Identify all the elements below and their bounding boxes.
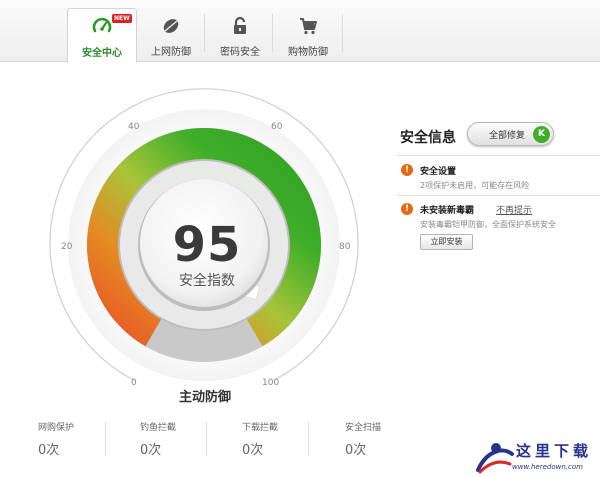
stat-security-scan[interactable]: 安全扫描 0次 — [345, 420, 445, 458]
gauge-tick-label: 20 — [61, 242, 73, 252]
stat-name: 网购保护 — [38, 423, 75, 433]
protection-stats: 网购保护 0次 钓鱼拦截 0次 下载拦截 0次 安全扫描 0次 — [0, 420, 420, 460]
tab-security-center[interactable]: NEW 安全中心 — [67, 8, 137, 63]
stat-divider — [308, 422, 309, 456]
tab-password-security[interactable]: 密码安全 — [205, 8, 275, 63]
security-score: 95 — [172, 217, 242, 273]
gauge-tick-label: 60 — [271, 122, 283, 132]
shield-leaf-icon — [163, 19, 179, 33]
info-divider — [396, 195, 600, 196]
stat-count: 0次 — [242, 443, 264, 458]
tab-shopping-defense[interactable]: 购物防御 — [273, 8, 343, 63]
stat-divider — [206, 422, 207, 456]
tab-label: 购物防御 — [288, 47, 328, 58]
info-divider — [396, 155, 600, 156]
repair-all-label: 全部修复 — [489, 131, 526, 141]
stat-name: 下载拦截 — [242, 423, 279, 433]
watermark-url: www.heredown.com — [512, 463, 583, 471]
install-now-button[interactable]: 立即安装 — [420, 234, 473, 250]
tab-label: 密码安全 — [220, 47, 260, 58]
stat-phishing-block[interactable]: 钓鱼拦截 0次 — [140, 420, 240, 458]
shopping-cart-icon — [300, 18, 317, 35]
tab-label: 上网防御 — [151, 47, 191, 58]
stat-count: 0次 — [345, 443, 367, 458]
info-item-title[interactable]: 安全设置 — [420, 164, 456, 177]
security-score-label: 安全指数 — [179, 273, 235, 289]
dont-remind-link[interactable]: 不再提示 — [496, 203, 532, 216]
security-info-title: 安全信息 — [400, 130, 456, 146]
info-item-desc: 安装毒霸铠甲防御，全面保护系统安全 — [420, 220, 556, 229]
stat-download-block[interactable]: 下载拦截 0次 — [242, 420, 342, 458]
tab-label: 安全中心 — [82, 48, 122, 59]
stat-name: 钓鱼拦截 — [140, 423, 177, 433]
new-badge: NEW — [112, 14, 132, 23]
active-defense-label[interactable]: 主动防御 — [150, 386, 260, 405]
warning-icon: ! — [401, 164, 413, 176]
security-gauge: 0 20 40 60 80 100 95 安全指数 主动防御 — [0, 62, 380, 422]
top-tab-bar: NEW 安全中心 上网防御 密码安全 购物防御 — [0, 0, 600, 63]
gauge-tick-label: 0 — [131, 378, 137, 388]
stat-divider — [105, 422, 106, 456]
stat-count: 0次 — [38, 443, 60, 458]
stat-count: 0次 — [140, 443, 162, 458]
stat-name: 安全扫描 — [345, 423, 382, 433]
watermark-text: 这里下载 — [516, 442, 593, 460]
gauge-tick-label: 40 — [128, 122, 140, 132]
warning-icon: ! — [401, 203, 413, 215]
info-item-title[interactable]: 未安装新毒霸 — [420, 203, 474, 216]
repair-all-button[interactable]: 全部修复 K — [467, 122, 554, 146]
lock-icon — [234, 16, 246, 34]
k-badge-icon: K — [533, 126, 550, 143]
gauge-tick-label: 100 — [262, 378, 280, 388]
stat-online-shopping[interactable]: 网购保护 0次 — [38, 420, 138, 458]
speedometer-icon — [92, 17, 112, 33]
info-item-desc: 2项保护未启用，可能存在风险 — [420, 181, 530, 190]
gauge-tick-label: 80 — [339, 242, 351, 252]
tab-web-defense[interactable]: 上网防御 — [136, 8, 206, 63]
